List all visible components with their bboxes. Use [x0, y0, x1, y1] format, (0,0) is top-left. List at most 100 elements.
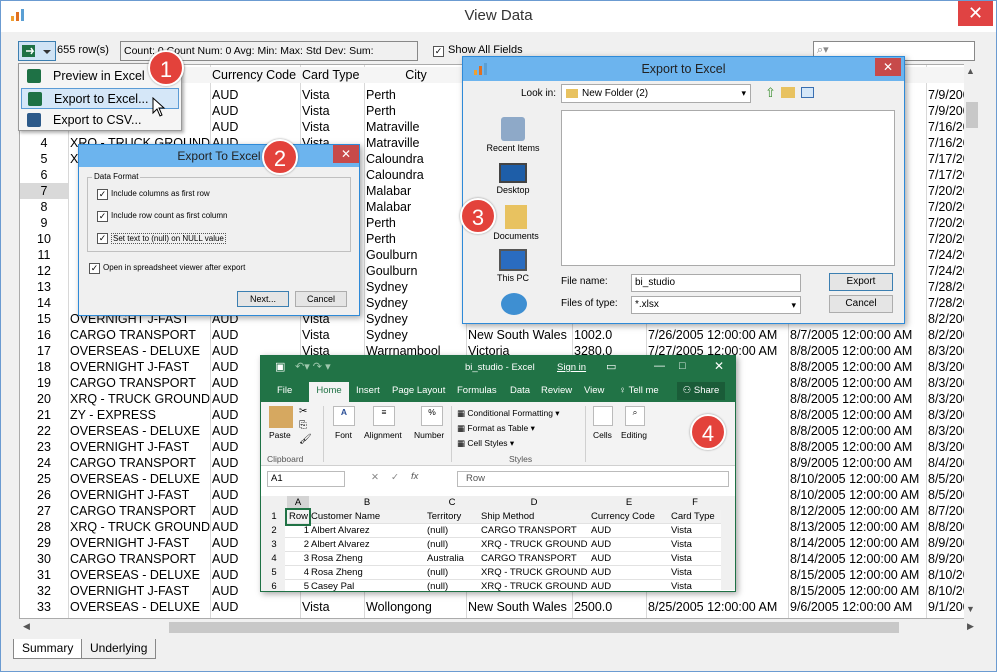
sheet-cell[interactable]: Rosa Zheng: [309, 566, 425, 580]
new-folder-icon[interactable]: [781, 87, 795, 98]
paste-label[interactable]: Paste: [269, 430, 291, 440]
window-close-button[interactable]: ✕: [958, 1, 993, 26]
table-cell[interactable]: AUD: [212, 599, 300, 615]
up-folder-icon[interactable]: ⇧: [765, 85, 776, 101]
table-cell[interactable]: 8/15/2005 12:00:00 AM: [790, 583, 926, 599]
number-label[interactable]: Number: [414, 430, 444, 440]
table-cell[interactable]: Wollongong: [366, 599, 466, 615]
col-e[interactable]: E: [589, 496, 669, 510]
table-cell[interactable]: Sydney: [366, 311, 466, 327]
table-cell[interactable]: Matraville: [366, 119, 466, 135]
table-cell[interactable]: OVERNIGHT J-FAST: [70, 535, 210, 551]
sheet-cell[interactable]: Casey Pal: [309, 580, 425, 591]
conditional-formatting-button[interactable]: ▦ Conditional Formatting ▾: [457, 408, 560, 419]
table-cell[interactable]: XRQ - TRUCK GROUND: [70, 391, 210, 407]
minimize-icon[interactable]: —: [654, 360, 665, 372]
network-icon[interactable]: [501, 293, 527, 315]
sheet-cell[interactable]: (null): [425, 580, 479, 591]
table-cell[interactable]: 9/6/2005 12:00:00 AM: [790, 599, 926, 615]
table-cell[interactable]: Sydney: [366, 295, 466, 311]
table-cell[interactable]: 8/10/2005 12:00:00 AM: [790, 471, 926, 487]
table-cell[interactable]: OVERSEAS - DELUXE: [70, 343, 210, 359]
tab-summary[interactable]: Summary: [13, 639, 83, 659]
sheet-cell[interactable]: Vista: [669, 552, 721, 566]
tab-formulas[interactable]: Formulas: [457, 385, 497, 396]
table-cell[interactable]: 8/14/2005 12:00:00 AM: [790, 535, 926, 551]
table-cell[interactable]: Perth: [366, 215, 466, 231]
open-viewer-checkbox[interactable]: ✓: [89, 263, 100, 274]
maximize-icon[interactable]: □: [679, 360, 686, 372]
excel-close-icon[interactable]: ✕: [714, 359, 724, 373]
table-cell[interactable]: Sydney: [366, 279, 466, 295]
include-row-count-checkbox[interactable]: ✓: [97, 211, 108, 222]
editing-label[interactable]: Editing: [621, 430, 647, 440]
save-dialog-close-button[interactable]: ✕: [875, 58, 901, 76]
horizontal-scrollbar[interactable]: ◀ ▶: [19, 619, 981, 636]
table-cell[interactable]: New South Wales: [468, 599, 572, 615]
table-cell[interactable]: AUD: [212, 119, 300, 135]
table-cell[interactable]: 8/8/2005 12:00:00 AM: [790, 359, 926, 375]
table-cell[interactable]: Perth: [366, 103, 466, 119]
share-button[interactable]: ⚇ Share: [677, 382, 725, 400]
table-cell[interactable]: Vista: [302, 103, 364, 119]
next-button[interactable]: Next...: [237, 291, 289, 307]
table-cell[interactable]: 8/15/2005 12:00:00 AM: [790, 567, 926, 583]
table-cell[interactable]: Sydney: [366, 327, 466, 343]
look-in-select[interactable]: New Folder (2) ▾: [561, 84, 751, 103]
sheet-cell[interactable]: Vista: [669, 524, 721, 538]
alignment-label[interactable]: Alignment: [364, 430, 402, 440]
sheet-cell[interactable]: (null): [425, 538, 479, 552]
table-cell[interactable]: Perth: [366, 231, 466, 247]
dialog-close-button[interactable]: ✕: [333, 145, 359, 163]
file-list[interactable]: [561, 110, 895, 266]
cut-icon[interactable]: ✂: [299, 406, 307, 417]
tab-review[interactable]: Review: [541, 385, 572, 396]
tab-page-layout[interactable]: Page Layout: [392, 385, 445, 396]
sheet-cell[interactable]: CARGO TRANSPORT: [479, 552, 589, 566]
place-this-pc[interactable]: This PC: [483, 249, 543, 283]
name-box[interactable]: A1: [267, 471, 345, 487]
tab-data[interactable]: Data: [510, 385, 530, 396]
table-cell[interactable]: AUD: [212, 327, 300, 343]
sheet-cell[interactable]: 1: [287, 524, 309, 538]
sheet-cell[interactable]: AUD: [589, 524, 669, 538]
table-cell[interactable]: New South Wales: [468, 327, 572, 343]
number-icon[interactable]: %: [421, 406, 443, 426]
table-cell[interactable]: OVERSEAS - DELUXE: [70, 423, 210, 439]
excel-scrollbar[interactable]: [721, 510, 735, 590]
save-icon[interactable]: ▣: [275, 360, 285, 373]
table-cell[interactable]: OVERNIGHT J-FAST: [70, 439, 210, 455]
table-cell[interactable]: OVERSEAS - DELUXE: [70, 599, 210, 615]
table-cell[interactable]: ZY - EXPRESS: [70, 407, 210, 423]
table-cell[interactable]: 8/8/2005 12:00:00 AM: [790, 375, 926, 391]
table-cell[interactable]: XRQ - TRUCK GROUND: [70, 519, 210, 535]
table-cell[interactable]: Caloundra: [366, 167, 466, 183]
col-c[interactable]: C: [425, 496, 479, 510]
sign-in-link[interactable]: Sign in: [557, 362, 586, 373]
formula-input[interactable]: Row: [457, 471, 729, 487]
table-cell[interactable]: CARGO TRANSPORT: [70, 375, 210, 391]
table-cell[interactable]: 8/10/2005 12:00:00 AM: [790, 487, 926, 503]
file-name-input[interactable]: bi_studio: [631, 274, 801, 292]
cell-styles-button[interactable]: ▦ Cell Styles ▾: [457, 438, 514, 449]
place-recent-items[interactable]: Recent Items: [483, 117, 543, 153]
sheet-cell[interactable]: CARGO TRANSPORT: [479, 524, 589, 538]
sheet-cell[interactable]: Vista: [669, 580, 721, 591]
sheet-cell[interactable]: AUD: [589, 580, 669, 591]
sheet-cell[interactable]: 4: [287, 566, 309, 580]
table-cell[interactable]: 8/8/2005 12:00:00 AM: [790, 439, 926, 455]
tell-me-box[interactable]: ♀ Tell me: [619, 385, 659, 396]
table-cell[interactable]: Matraville: [366, 135, 466, 151]
sheet-cell[interactable]: Albert Alvarez: [309, 524, 425, 538]
sheet-cell[interactable]: XRQ - TRUCK GROUND: [479, 538, 589, 552]
table-cell[interactable]: CARGO TRANSPORT: [70, 327, 210, 343]
col-b[interactable]: B: [309, 496, 425, 510]
vertical-scrollbar[interactable]: ▲ ▼: [964, 64, 981, 619]
sheet-cell[interactable]: XRQ - TRUCK GROUND: [479, 566, 589, 580]
font-label[interactable]: Font: [335, 430, 352, 440]
table-cell[interactable]: 8/14/2005 12:00:00 AM: [790, 551, 926, 567]
table-cell[interactable]: 8/7/2005 12:00:00 AM: [790, 327, 926, 343]
table-cell[interactable]: 7/26/2005 12:00:00 AM: [648, 327, 788, 343]
sheet-cell[interactable]: Row: [285, 508, 311, 526]
sheet-cell[interactable]: Rosa Zheng: [309, 552, 425, 566]
